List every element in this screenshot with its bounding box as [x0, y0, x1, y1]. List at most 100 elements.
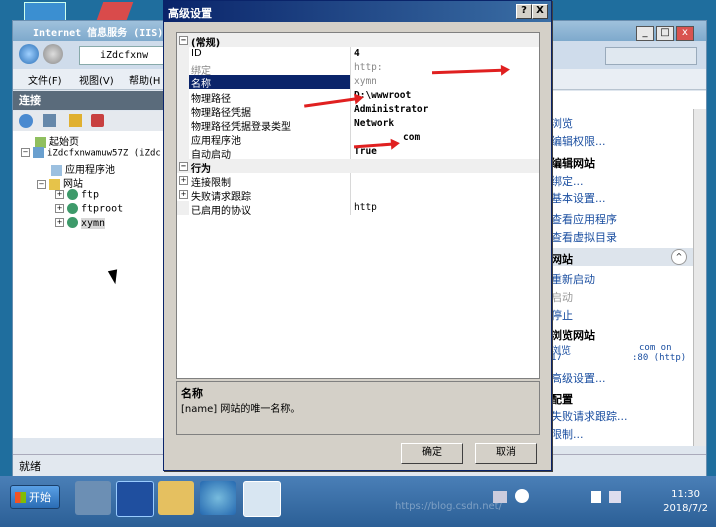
edit-site-header: 编辑网站 — [551, 157, 595, 170]
iis-task-icon[interactable] — [243, 481, 281, 517]
menu-view[interactable]: 视图(V) — [79, 72, 114, 87]
description-title: 名称 — [181, 387, 203, 400]
tree-server[interactable]: − iZdcfxnwamuw57Z (iZdc — [21, 147, 161, 159]
category-general[interactable]: − (常规) — [177, 33, 539, 49]
description-panel: 名称 [name] 网站的唯一名称。 — [176, 381, 540, 435]
prop-row-id[interactable]: ID 4 — [177, 47, 539, 61]
taskbar: 开始 https://blog.csdn.net/ 11:30 2018/7/2 — [0, 476, 716, 527]
expand-icon[interactable]: + — [55, 190, 64, 199]
start-button[interactable]: 开始 — [10, 485, 60, 509]
action-bindings[interactable]: 绑定... — [551, 173, 584, 189]
expand-icon[interactable]: + — [55, 218, 64, 227]
ok-button[interactable]: 确定 — [401, 443, 463, 464]
tree-app-pools[interactable]: 应用程序池 — [51, 161, 115, 176]
tree-site-ftproot[interactable]: + ftproot — [55, 203, 123, 215]
forward-icon[interactable] — [43, 44, 63, 64]
computer-icon[interactable] — [24, 2, 66, 22]
ie-icon[interactable] — [200, 481, 236, 515]
minimize-button[interactable]: _ — [636, 26, 654, 41]
dialog-close-button[interactable]: X — [532, 4, 548, 19]
server-manager-icon[interactable] — [75, 481, 111, 515]
action-stop[interactable]: 停止 — [551, 307, 573, 323]
collapse-icon[interactable]: − — [179, 162, 188, 171]
powershell-icon[interactable] — [116, 481, 154, 517]
app-pool-icon — [51, 164, 62, 176]
action-start: 启动 — [551, 291, 573, 304]
up-icon[interactable] — [69, 114, 82, 127]
iis-title: Internet 信息服务 (IIS) — [33, 28, 164, 39]
prop-row-failed-tracing[interactable]: + 失败请求跟踪 — [177, 187, 539, 203]
start-label: 开始 — [29, 491, 51, 504]
action-basic-settings[interactable]: 基本设置... — [551, 190, 606, 206]
expand-icon[interactable]: + — [179, 190, 188, 199]
action-limits[interactable]: 限制... — [551, 426, 584, 442]
prop-row-protocols[interactable]: 已启用的协议 http — [177, 201, 539, 217]
action-view-vdirs[interactable]: 查看虚拟目录 — [551, 229, 617, 245]
action-advanced-settings[interactable]: 高级设置... — [551, 370, 606, 386]
help-button[interactable]: ? — [516, 4, 532, 19]
collapse-icon[interactable]: − — [179, 36, 188, 45]
start-page-icon — [35, 136, 46, 148]
dialog-title: 高级设置 — [168, 7, 212, 20]
clock[interactable]: 11:30 2018/7/2 — [663, 488, 708, 516]
toolbar-icons[interactable] — [605, 47, 697, 65]
clock-date: 2018/7/2 — [663, 503, 708, 514]
tree-start-page[interactable]: 起始页 — [35, 133, 79, 148]
globe-icon — [67, 217, 78, 228]
action-view-apps[interactable]: 查看应用程序 — [551, 211, 617, 227]
property-grid: − (常规) ID 4 绑定 http: 名称 xymn 物理路径 D:\wwwroot… — [176, 32, 540, 379]
flag-icon[interactable] — [591, 491, 601, 503]
action-failed-request[interactable]: 失败请求跟踪... — [551, 408, 628, 424]
browse-link-line2-suffix: :80 (http) — [632, 353, 687, 363]
collapse-icon[interactable]: − — [37, 179, 46, 189]
manage-site-header: 网站 — [551, 253, 573, 266]
keyboard-icon[interactable] — [493, 491, 507, 503]
config-header: 配置 — [551, 393, 573, 406]
network-icon[interactable] — [609, 491, 621, 503]
prop-row-name[interactable]: 名称 xymn — [177, 75, 539, 90]
collapse-section-icon[interactable]: ^ — [671, 249, 687, 265]
action-edit-permissions[interactable]: 编辑权限... — [551, 133, 606, 149]
tree-site-ftp[interactable]: + ftp — [55, 189, 99, 201]
browse-site-header: 浏览网站 — [551, 329, 595, 342]
action-restart[interactable]: 重新启动 — [551, 271, 595, 287]
connect-icon[interactable] — [19, 114, 33, 128]
browse-link-line2[interactable]: 17 — [551, 353, 562, 363]
browse-link-line1-suffix: com on — [639, 343, 672, 353]
prop-row-credentials[interactable]: 物理路径凭据 Administrator — [177, 103, 539, 119]
actions-scrollbar[interactable] — [693, 109, 706, 446]
globe-icon — [67, 189, 78, 200]
close-button[interactable]: x — [676, 26, 694, 41]
connections-header: 连接 — [13, 91, 163, 110]
explorer-icon[interactable] — [158, 481, 194, 515]
recycle-icon[interactable] — [96, 2, 134, 20]
clock-time: 11:30 — [671, 489, 700, 500]
save-icon[interactable] — [43, 114, 56, 127]
cancel-button[interactable]: 取消 — [475, 443, 537, 464]
category-behavior[interactable]: − 行为 — [177, 159, 539, 175]
sites-folder-icon — [49, 178, 60, 190]
help-icon[interactable] — [515, 489, 529, 503]
advanced-settings-dialog: 高级设置 ? X − (常规) ID 4 绑定 http: 名称 xymn 物理路径 D… — [163, 0, 552, 471]
description-text: [name] 网站的唯一名称。 — [181, 404, 301, 415]
status-text: 就绪 — [19, 460, 41, 473]
tree-sites[interactable]: − 网站 — [37, 175, 83, 190]
prop-row-binding[interactable]: 绑定 http: — [177, 61, 539, 77]
delete-icon[interactable] — [91, 114, 104, 127]
prop-row-limits[interactable]: + 连接限制 — [177, 173, 539, 189]
menu-file[interactable]: 文件(F) — [28, 72, 62, 87]
dialog-title-bar: 高级设置 ? X — [164, 1, 551, 22]
expand-icon[interactable]: + — [55, 204, 64, 213]
collapse-icon[interactable]: − — [21, 148, 30, 157]
tree-site-xymn[interactable]: + xymn — [55, 217, 106, 229]
prop-row-app-pool[interactable]: 应用程序池 com — [177, 131, 539, 147]
action-browse[interactable]: 浏览 — [551, 115, 573, 131]
windows-logo-icon — [15, 492, 26, 503]
menu-help[interactable]: 帮助(H — [129, 72, 160, 87]
back-icon[interactable] — [19, 44, 39, 64]
system-tray: 11:30 2018/7/2 — [485, 481, 716, 521]
connections-toolbar — [13, 111, 163, 131]
maximize-button[interactable]: □ — [656, 26, 674, 41]
prop-row-logon-type[interactable]: 物理路径凭据登录类型 Network — [177, 117, 539, 133]
expand-icon[interactable]: + — [179, 176, 188, 185]
